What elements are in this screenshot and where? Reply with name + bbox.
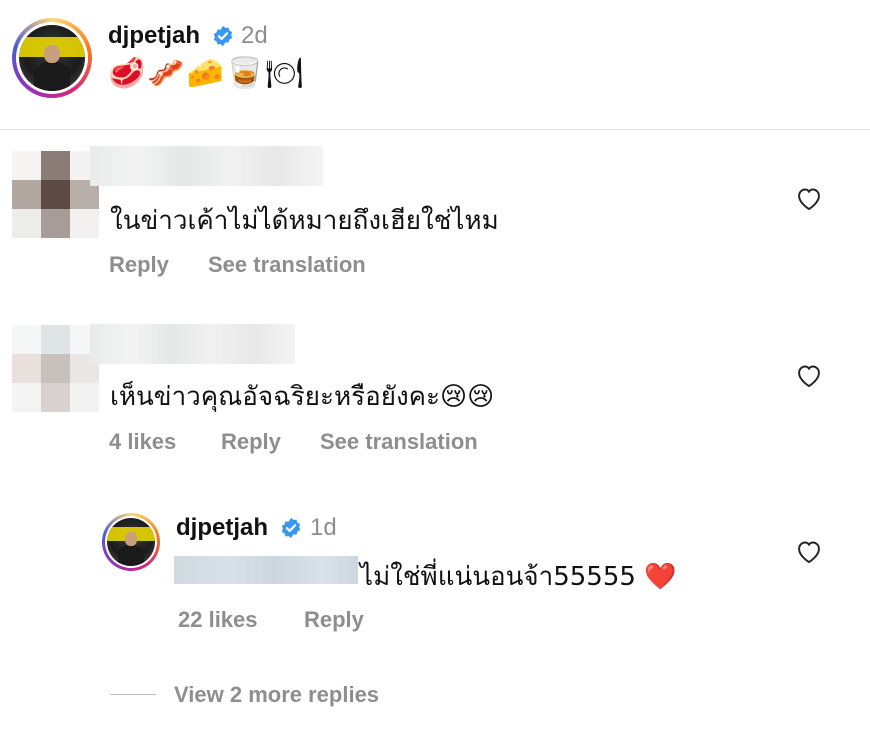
reply-button[interactable]: Reply bbox=[304, 607, 364, 633]
reply-author-avatar[interactable] bbox=[102, 513, 160, 571]
reply-timestamp: 1d bbox=[310, 514, 337, 541]
verified-badge-icon bbox=[281, 517, 301, 539]
post-author-avatar[interactable] bbox=[12, 18, 92, 98]
reply-button[interactable]: Reply bbox=[221, 429, 281, 455]
avatar-photo bbox=[107, 518, 155, 566]
commenter-username-blurred[interactable] bbox=[90, 146, 323, 186]
commenter-username-blurred[interactable] bbox=[90, 324, 295, 364]
comment-text: เห็นข่าวคุณอัจฉริยะหรือยังคะ😢😢 bbox=[110, 382, 495, 412]
post-timestamp: 2d bbox=[241, 22, 268, 49]
like-heart-icon[interactable] bbox=[795, 185, 823, 211]
see-translation-button[interactable]: See translation bbox=[320, 429, 478, 455]
post-author-username[interactable]: djpetjah bbox=[108, 22, 200, 50]
like-heart-icon[interactable] bbox=[795, 538, 823, 564]
reply-author-username[interactable]: djpetjah bbox=[176, 514, 268, 542]
likes-count[interactable]: 4 likes bbox=[109, 429, 176, 455]
view-more-replies-button[interactable]: View 2 more replies bbox=[174, 682, 379, 708]
verified-badge-icon bbox=[213, 25, 233, 47]
see-translation-button[interactable]: See translation bbox=[208, 252, 366, 278]
caption-divider bbox=[0, 129, 870, 130]
avatar-photo bbox=[19, 25, 85, 91]
reply-text: ไม่ใช่พี่แน่นอนจ้า55555 ❤️ bbox=[360, 562, 677, 592]
commenter-avatar-blurred[interactable] bbox=[12, 325, 100, 413]
like-heart-icon[interactable] bbox=[795, 362, 823, 388]
view-replies-line bbox=[110, 694, 156, 695]
commenter-avatar-blurred[interactable] bbox=[12, 151, 100, 239]
comments-view: djpetjah 2d 🥩🥓🧀🥃🍽 ในข่าวเค้าไม่ได้หมายถึ… bbox=[0, 0, 870, 732]
mention-blurred[interactable] bbox=[174, 556, 358, 584]
reply-button[interactable]: Reply bbox=[109, 252, 169, 278]
comment-text: ในข่าวเค้าไม่ได้หมายถึงเฮียใช่ไหม bbox=[110, 206, 499, 236]
likes-count[interactable]: 22 likes bbox=[178, 607, 258, 633]
post-caption: 🥩🥓🧀🥃🍽 bbox=[108, 56, 306, 91]
